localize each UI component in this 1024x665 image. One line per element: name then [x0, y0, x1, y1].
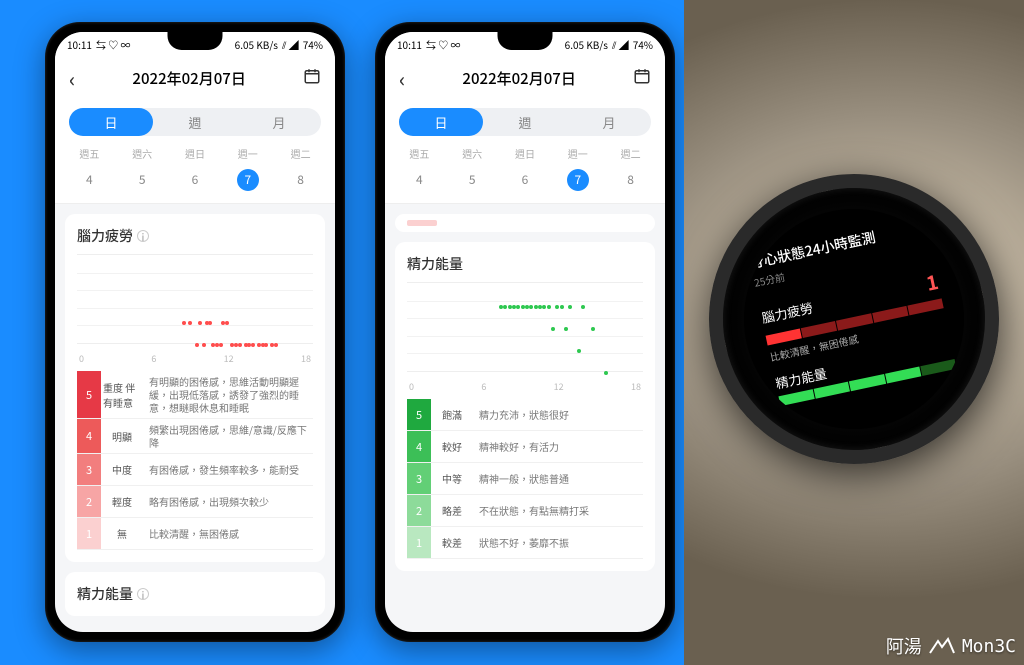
tab-month[interactable]: 月 — [567, 108, 651, 136]
smartwatch: 身心狀態24小時監測 25分前 腦力疲勞 1 比較清醒，無困倦感 精力能量 — [684, 147, 1024, 491]
status-net: 6.05 KB/s — [235, 37, 278, 52]
status-net: 6.05 KB/s — [565, 37, 608, 52]
prev-card-peek — [395, 214, 655, 232]
phone-mockup-1: 10:11 ⇆ ♡ ∞ 6.05 KB/s ⫽ ◢ 74% ‹ 2022年02月… — [45, 22, 345, 642]
tab-day[interactable]: 日 — [399, 108, 483, 136]
chart-axis: 061218 — [407, 380, 643, 393]
fatigue-title: 腦力疲勞 — [77, 226, 133, 246]
day-item[interactable]: 週六5 — [446, 146, 499, 191]
day-item[interactable]: 週日6 — [499, 146, 552, 191]
energy-chart — [407, 282, 643, 372]
day-picker: 週五4 週六5 週日6 週一7 週二8 — [55, 140, 335, 204]
watch-photo-panel: 身心狀態24小時監測 25分前 腦力疲勞 1 比較清醒，無困倦感 精力能量 — [684, 0, 1024, 665]
fatigue-chart — [77, 254, 313, 344]
energy-card: 精力能量 061218 5飽滿精力充沛，狀態很好 4較好精神較好，有活力 3中等… — [395, 242, 655, 571]
energy-card-peek: 精力能量 i — [65, 572, 325, 616]
notch — [498, 32, 553, 50]
back-icon[interactable]: ‹ — [69, 64, 75, 93]
status-battery: 74% — [633, 37, 653, 52]
day-picker: 週五4 週六5 週日6 週一7 週二8 — [385, 140, 665, 204]
day-item-selected[interactable]: 週一7 — [221, 146, 274, 191]
status-icons-left: ⇆ ♡ ∞ — [426, 37, 460, 52]
app-header: ‹ 2022年02月07日 — [55, 56, 335, 100]
fatigue-card: 腦力疲勞 i 061218 5重度 伴有睡意有明顯的困倦感，思維活動明顯遲緩，出… — [65, 214, 325, 562]
status-time: 10:11 — [67, 37, 92, 52]
day-item[interactable]: 週二8 — [604, 146, 657, 191]
range-tabs: 日 週 月 — [55, 100, 335, 140]
energy-title: 精力能量 — [407, 254, 463, 274]
watermark-brand: Mon3C — [962, 636, 1016, 657]
calendar-icon[interactable] — [303, 67, 321, 90]
tab-week[interactable]: 週 — [483, 108, 567, 136]
phone-mockup-2: 10:11 ⇆ ♡ ∞ 6.05 KB/s ⫽ ◢ 74% ‹ 2022年02月… — [375, 22, 675, 642]
day-item[interactable]: 週日6 — [169, 146, 222, 191]
info-icon[interactable]: i — [137, 230, 149, 242]
page-title: 2022年02月07日 — [132, 68, 245, 89]
app-header: ‹ 2022年02月07日 — [385, 56, 665, 100]
status-signal: ⫽ ◢ — [612, 37, 629, 52]
page-title: 2022年02月07日 — [462, 68, 575, 89]
status-signal: ⫽ ◢ — [282, 37, 299, 52]
back-icon[interactable]: ‹ — [399, 64, 405, 93]
tab-day[interactable]: 日 — [69, 108, 153, 136]
watermark-logo-icon — [928, 637, 956, 655]
day-item-selected[interactable]: 週一7 — [551, 146, 604, 191]
range-tabs: 日 週 月 — [385, 100, 665, 140]
tab-month[interactable]: 月 — [237, 108, 321, 136]
watermark: 阿湯 Mon3C — [886, 633, 1016, 659]
day-item[interactable]: 週五4 — [393, 146, 446, 191]
energy-legend: 5飽滿精力充沛，狀態很好 4較好精神較好，有活力 3中等精神一般，狀態普通 2略… — [407, 399, 643, 559]
status-battery: 74% — [303, 37, 323, 52]
day-item[interactable]: 週二8 — [274, 146, 327, 191]
status-time: 10:11 — [397, 37, 422, 52]
chart-axis: 061218 — [77, 352, 313, 365]
calendar-icon[interactable] — [633, 67, 651, 90]
fatigue-legend: 5重度 伴有睡意有明顯的困倦感，思維活動明顯遲緩，出現低落感，誘發了強烈的睡意，… — [77, 371, 313, 550]
day-item[interactable]: 週六5 — [116, 146, 169, 191]
watch-fatigue-label: 腦力疲勞 — [760, 298, 815, 327]
status-icons-left: ⇆ ♡ ∞ — [96, 37, 130, 52]
notch — [168, 32, 223, 50]
watermark-text: 阿湯 — [886, 633, 922, 659]
energy-title: 精力能量 — [77, 584, 133, 604]
info-icon[interactable]: i — [137, 588, 149, 600]
watch-fatigue-value: 1 — [923, 266, 941, 297]
watch-face: 身心狀態24小時監測 25分前 腦力疲勞 1 比較清醒，無困倦感 精力能量 — [724, 189, 985, 450]
day-item[interactable]: 週五4 — [63, 146, 116, 191]
tab-week[interactable]: 週 — [153, 108, 237, 136]
